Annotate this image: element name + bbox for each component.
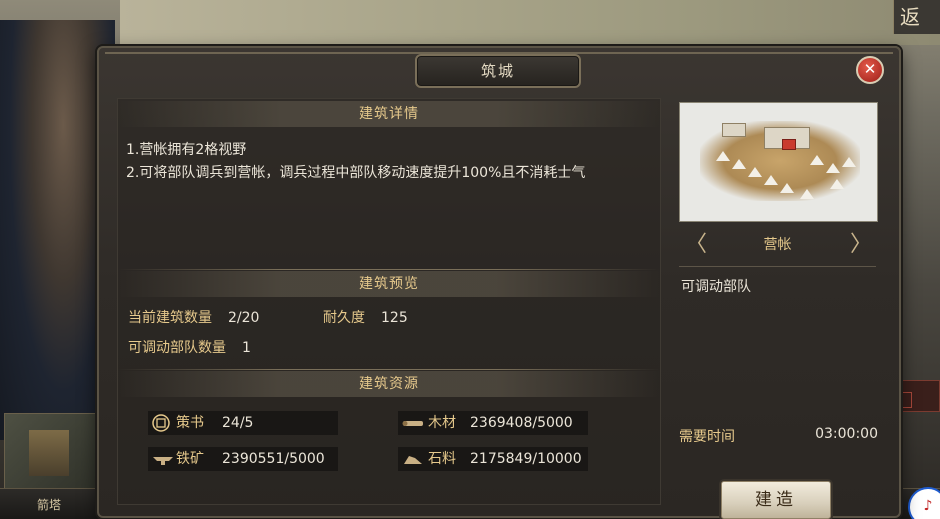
- resource-value: 2390551/5000: [222, 451, 325, 467]
- building-thumbnail-arrow-tower[interactable]: [4, 413, 98, 495]
- dialog-title-plate: 筑城: [415, 54, 581, 88]
- wood-icon: [402, 421, 423, 426]
- resources-heading: 建筑资源: [118, 371, 660, 397]
- detail-line: 2.可将部队调兵到营帐，调兵过程中部队移动速度提升100%且不消耗士气: [126, 165, 586, 181]
- camp-house: [722, 123, 746, 137]
- resource-label: 策书: [176, 415, 204, 431]
- tent: [764, 175, 778, 185]
- build-time-value: 03:00:00: [815, 426, 878, 442]
- building-details: 1.营帐拥有2格视野 2.可将部队调兵到营帐，调兵过程中部队移动速度提升100%…: [126, 139, 656, 185]
- info-panel: 建筑详情 1.营帐拥有2格视野 2.可将部队调兵到营帐，调兵过程中部队移动速度提…: [117, 98, 661, 505]
- camp-flag: [782, 139, 796, 150]
- detail-line: 1.营帐拥有2格视野: [126, 142, 247, 158]
- resource-value: 2369408/5000: [470, 415, 573, 431]
- durability-label: 耐久度: [323, 310, 365, 326]
- tent: [830, 179, 844, 189]
- tent: [810, 155, 824, 165]
- decree-icon: [152, 414, 170, 432]
- close-icon[interactable]: ✕: [856, 56, 884, 84]
- panel-divider: [679, 266, 876, 267]
- building-description: 可调动部队: [681, 279, 751, 295]
- current-count: 当前建筑数量 2/20: [128, 307, 259, 327]
- top-right-button[interactable]: 返: [893, 0, 940, 34]
- tent: [800, 189, 814, 199]
- building-name: 营帐: [763, 237, 792, 253]
- troop-count: 可调动部队数量 1: [128, 337, 251, 357]
- build-time-label: 需要时间: [679, 429, 735, 445]
- tent: [842, 157, 856, 167]
- details-heading: 建筑详情: [118, 101, 660, 127]
- build-city-dialog: 筑城 ✕ 建筑详情 1.营帐拥有2格视野 2.可将部队调兵到营帐，调兵过程中部队…: [97, 46, 901, 519]
- resource-value: 2175849/10000: [470, 451, 582, 467]
- section-divider: [118, 369, 660, 370]
- resource-label: 铁矿: [176, 451, 204, 467]
- current-count-value: 2/20: [228, 310, 260, 326]
- durability-value: 125: [381, 310, 408, 326]
- tent: [716, 151, 730, 161]
- tent: [732, 159, 746, 169]
- arrow-tower-label: 箭塔: [36, 498, 61, 512]
- durability: 耐久度 125: [323, 307, 408, 327]
- world-map-strip: [120, 0, 940, 45]
- section-divider: [118, 269, 660, 270]
- resource-decree: 策书 24/5: [148, 411, 338, 435]
- tower-image: [29, 430, 69, 476]
- preview-heading: 建筑预览: [118, 271, 660, 297]
- iron-icon: [153, 457, 173, 465]
- stone-icon: [404, 456, 422, 464]
- dialog-title: 筑城: [480, 62, 515, 80]
- resource-wood: 木材 2369408/5000: [398, 411, 588, 435]
- troop-count-label: 可调动部队数量: [128, 340, 226, 356]
- troop-count-value: 1: [242, 340, 251, 356]
- resource-stone: 石料 2175849/10000: [398, 447, 588, 471]
- camp-image: [679, 102, 878, 222]
- resource-iron: 铁矿 2390551/5000: [148, 447, 338, 471]
- building-panel: 〈 营帐 〉 可调动部队 需要时间 03:00:00 建造: [675, 98, 878, 519]
- resource-label: 木材: [428, 415, 456, 431]
- tent: [780, 183, 794, 193]
- build-button[interactable]: 建造: [721, 481, 831, 519]
- resource-label: 石料: [428, 451, 456, 467]
- resource-value: 24/5: [222, 415, 254, 431]
- next-building-icon[interactable]: 〉: [850, 233, 872, 257]
- tent: [748, 167, 762, 177]
- current-count-label: 当前建筑数量: [128, 310, 212, 326]
- building-selector: 〈 营帐 〉: [679, 230, 876, 260]
- tent: [826, 163, 840, 173]
